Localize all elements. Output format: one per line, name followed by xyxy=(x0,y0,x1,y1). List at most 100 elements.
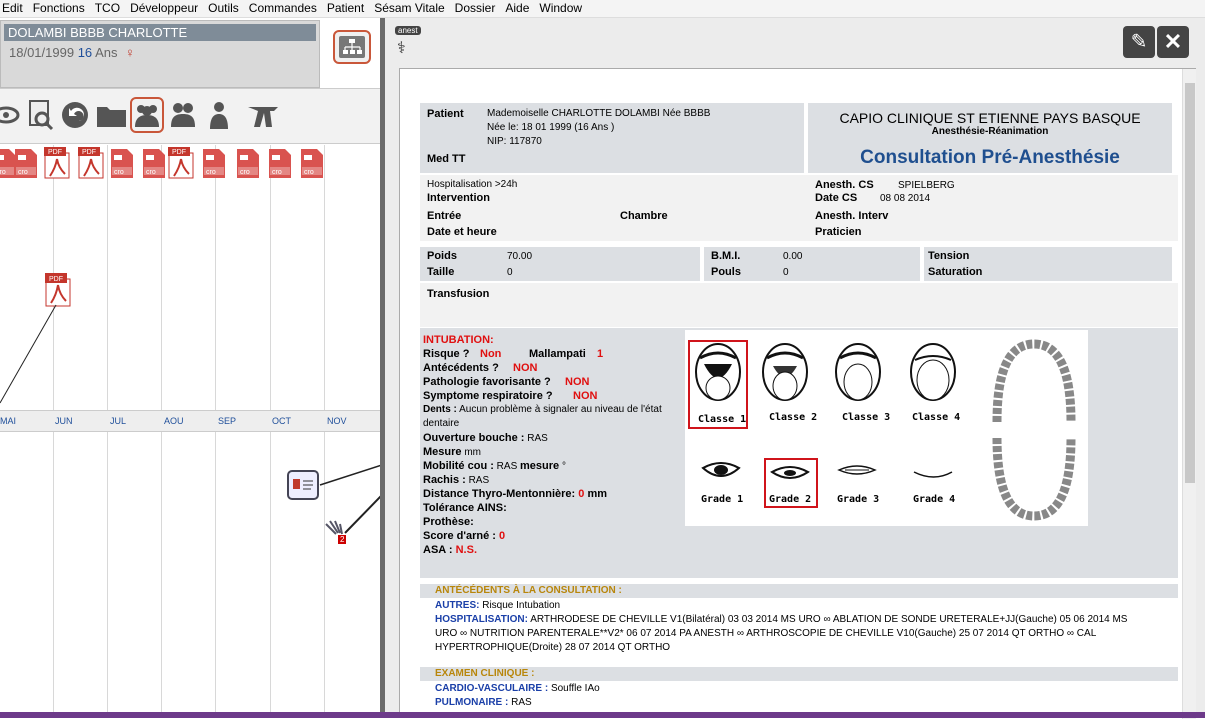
cormack-grade-4[interactable]: Grade 4 xyxy=(910,458,958,508)
cardio-value: Souffle IAo xyxy=(550,683,600,694)
mobilite-label: Mobilité cou : xyxy=(423,460,494,472)
dents-value-2: dentaire xyxy=(423,418,460,429)
patient-panel: DOLAMBI BBBB CHARLOTTE 18/01/1999 16 Ans… xyxy=(0,18,383,718)
patient-dob: 18/01/1999 16 Ans ♀ xyxy=(9,45,135,60)
pouls-label: Pouls xyxy=(711,266,741,278)
cardio-row: CARDIO-VASCULAIRE : Souffle IAo xyxy=(435,683,600,694)
hat-icon[interactable] xyxy=(246,99,278,131)
mesure2-label: mesure xyxy=(520,460,560,472)
month-label: OCT xyxy=(272,416,291,426)
mallampati-class-3[interactable]: Classe 3 xyxy=(830,342,896,428)
mallampati-class-1[interactable]: Classe 1 xyxy=(688,340,748,429)
month-label: JUL xyxy=(110,416,127,426)
eye-icon[interactable] xyxy=(0,99,22,131)
poids-label: Poids xyxy=(427,250,457,262)
mesure-label: Mesure xyxy=(423,446,462,458)
close-button[interactable]: ✕ xyxy=(1157,26,1189,58)
menu-window[interactable]: Window xyxy=(537,0,582,18)
hospit-line2: URO ∞ NUTRITION PARENTERALE**V2* 06 07 2… xyxy=(435,628,1097,639)
patient-line2: Née le: 18 01 1999 (16 Ans ) xyxy=(487,122,615,133)
poids-value: 70.00 xyxy=(507,251,533,262)
menu-tco[interactable]: TCO xyxy=(93,0,120,18)
menu-developpeur[interactable]: Développeur xyxy=(128,0,198,18)
edit-icon: ✎ xyxy=(1130,31,1148,53)
atcd-value: NON xyxy=(513,362,538,374)
month-label: MAI xyxy=(0,416,17,426)
tree-icon[interactable] xyxy=(333,30,371,64)
group-icon[interactable] xyxy=(130,97,164,133)
praticien-label: Praticien xyxy=(815,226,862,238)
timeline: crocroPDFPDFcrocroPDFcrocrocrocro PDF MA… xyxy=(0,145,382,718)
cormack-grade-3[interactable]: Grade 3 xyxy=(835,458,881,508)
document-viewer: anest ⚕ ✎ ✕ Patient Mademoiselle CHARLOT… xyxy=(385,18,1205,719)
atcd-label: Antécédents ? xyxy=(423,362,499,374)
cormack-grade-1[interactable]: Grade 1 xyxy=(699,458,745,508)
entree-label: Entrée xyxy=(427,210,462,222)
pouls-value: 0 xyxy=(783,267,789,278)
pulmo-label: PULMONAIRE : xyxy=(435,697,509,708)
bmi-value: 0.00 xyxy=(783,251,803,262)
scroll-thumb[interactable] xyxy=(1185,83,1195,483)
mallampati-value: 1 xyxy=(597,348,604,360)
age-unit: Ans xyxy=(95,45,118,60)
search-doc-icon[interactable] xyxy=(26,99,56,131)
tension-label: Tension xyxy=(928,250,970,262)
mallampati-class-2[interactable]: Classe 2 xyxy=(757,342,823,428)
degree-unit: ° xyxy=(561,461,566,472)
antecedents-header: ANTÉCÉDENTS À LA CONSULTATION : xyxy=(420,584,1178,598)
arne-row: Score d'arné : 0 xyxy=(423,530,505,542)
intubation-block: INTUBATION: Risque ? Non Mallampati 1 An… xyxy=(420,328,1178,578)
count-badge: 2 xyxy=(338,535,347,544)
month-axis: MAI JUN JUL AOU SEP OCT NOV xyxy=(0,410,382,432)
grade-4-label: Grade 4 xyxy=(913,494,956,505)
cormack-grade-2[interactable]: Grade 2 xyxy=(764,458,818,508)
mallampati-class-4[interactable]: Classe 4 xyxy=(905,342,971,428)
med-label: Med TT xyxy=(427,153,466,165)
viewer-toolbar: anest ⚕ ✎ ✕ xyxy=(385,18,1205,66)
menu-bar: Edit Fonctions TCO Développeur Outils Command… xyxy=(0,0,1205,18)
hospit-line1: ARTHRODESE DE CHEVILLE V1(Bilatéral) 03 … xyxy=(530,614,1128,625)
menu-fonctions[interactable]: Fonctions xyxy=(31,0,85,18)
vitals-block-1: Poids 70.00 Taille 0 xyxy=(420,247,700,281)
consultation-document: Patient Mademoiselle CHARLOTTE DOLAMBI N… xyxy=(420,103,1178,719)
menu-patient[interactable]: Patient xyxy=(325,0,364,18)
intubation-title: INTUBATION: xyxy=(423,334,494,346)
antecedents-title: ANTÉCÉDENTS À LA CONSULTATION : xyxy=(435,585,622,596)
ouverture-value: RAS xyxy=(527,433,548,444)
back-icon[interactable] xyxy=(60,99,90,131)
asa-value: N.S. xyxy=(455,544,478,556)
edit-button[interactable]: ✎ xyxy=(1123,26,1155,58)
anesth-cs-label: Anesth. CS xyxy=(815,179,874,191)
menu-outils[interactable]: Outils xyxy=(206,0,239,18)
id-card-icon[interactable] xyxy=(287,470,319,500)
folder-icon[interactable] xyxy=(96,99,126,131)
dents-value: Aucun problème à signaler au niveau de l… xyxy=(459,404,662,415)
vitals-block-2: B.M.I. 0.00 Pouls 0 xyxy=(704,247,920,281)
chambre-label: Chambre xyxy=(620,210,668,222)
patient-line1: Mademoiselle CHARLOTTE DOLAMBI Née BBBB xyxy=(487,108,711,119)
class-2-label: Classe 2 xyxy=(769,412,818,423)
service-name: Anesthésie-Réanimation xyxy=(931,126,1049,137)
menu-commandes[interactable]: Commandes xyxy=(247,0,317,18)
menu-sesam-vitale[interactable]: Sésam Vitale xyxy=(372,0,444,18)
transfusion-block: Transfusion xyxy=(420,283,1178,327)
anest-badge: anest xyxy=(395,26,421,35)
ouverture-row: Ouverture bouche : RAS xyxy=(423,432,548,444)
vitals-block-3: Tension Saturation xyxy=(924,247,1172,281)
scrollbar[interactable] xyxy=(1182,69,1196,719)
page-title: Consultation Pré-Anesthésie xyxy=(860,147,1120,168)
asa-row: ASA : N.S. xyxy=(423,544,477,556)
menu-aide[interactable]: Aide xyxy=(503,0,529,18)
menu-dossier[interactable]: Dossier xyxy=(453,0,496,18)
rachis-row: Rachis : RAS xyxy=(423,474,489,486)
menu-edit[interactable]: Edit xyxy=(0,0,23,18)
airway-assessment-figure: Classe 1 Classe 2 Classe 3 Classe 4 Grad… xyxy=(685,330,1088,526)
patient-line3: NIP: 117870 xyxy=(487,136,542,147)
person-icon[interactable] xyxy=(204,99,234,131)
people-icon[interactable] xyxy=(168,99,198,131)
taille-label: Taille xyxy=(427,266,455,278)
sympt-value: NON xyxy=(573,390,598,402)
hand-icon[interactable]: 2 xyxy=(322,518,350,546)
stethoscope-icon: ⚕ xyxy=(397,40,406,57)
patho-label: Pathologie favorisante ? xyxy=(423,376,551,388)
